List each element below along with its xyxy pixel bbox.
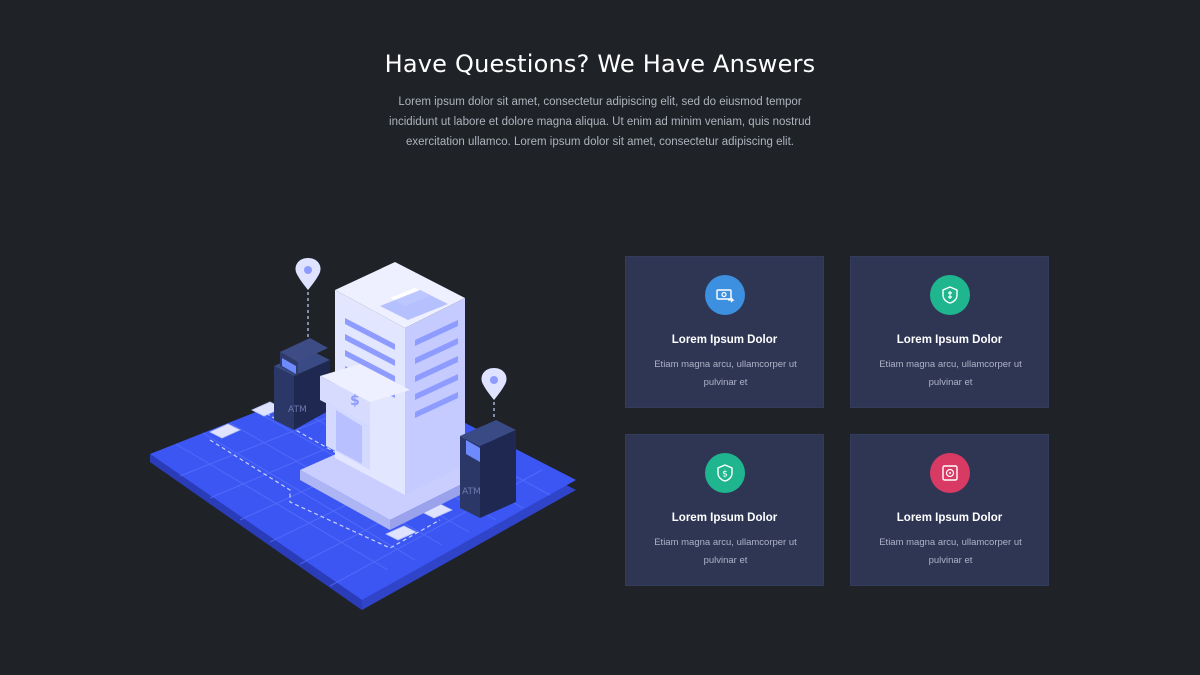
feature-card: Lorem Ipsum Dolor Etiam magna arcu, ulla… bbox=[850, 434, 1049, 586]
money-transfer-icon bbox=[705, 275, 745, 315]
card-text: Etiam magna arcu, ullamcorper ut pulvina… bbox=[879, 359, 1022, 388]
card-title: Lorem Ipsum Dolor bbox=[896, 334, 1003, 346]
feature-card: $ Lorem Ipsum Dolor Etiam magna arcu, ul… bbox=[625, 434, 824, 586]
feature-card: Lorem Ipsum Dolor Etiam magna arcu, ulla… bbox=[625, 256, 824, 408]
bank-illustration: ATM $ ATM bbox=[150, 258, 576, 610]
card-title: Lorem Ipsum Dolor bbox=[671, 334, 778, 346]
atm-right: ATM bbox=[460, 420, 516, 518]
safe-icon bbox=[930, 453, 970, 493]
section-description: Lorem ipsum dolor sit amet, consectetur … bbox=[389, 96, 811, 148]
section-title: Have Questions? We Have Answers bbox=[384, 50, 816, 78]
card-title: Lorem Ipsum Dolor bbox=[671, 512, 778, 524]
feature-card: Lorem Ipsum Dolor Etiam magna arcu, ulla… bbox=[850, 256, 1049, 408]
svg-text:$: $ bbox=[722, 470, 728, 480]
location-pin-icon bbox=[481, 368, 507, 420]
atm-right-label: ATM bbox=[462, 487, 481, 497]
shield-icon bbox=[930, 275, 970, 315]
bank-building: $ bbox=[300, 262, 480, 530]
location-pin-icon bbox=[295, 258, 321, 340]
bank-dollar-sign: $ bbox=[350, 393, 360, 409]
card-title: Lorem Ipsum Dolor bbox=[896, 512, 1003, 524]
card-text: Etiam magna arcu, ullamcorper ut pulvina… bbox=[654, 359, 797, 388]
card-text: Etiam magna arcu, ullamcorper ut pulvina… bbox=[654, 537, 797, 566]
atm-left-label: ATM bbox=[288, 405, 307, 415]
shield-dollar-icon: $ bbox=[705, 453, 745, 493]
card-text: Etiam magna arcu, ullamcorper ut pulvina… bbox=[879, 537, 1022, 566]
